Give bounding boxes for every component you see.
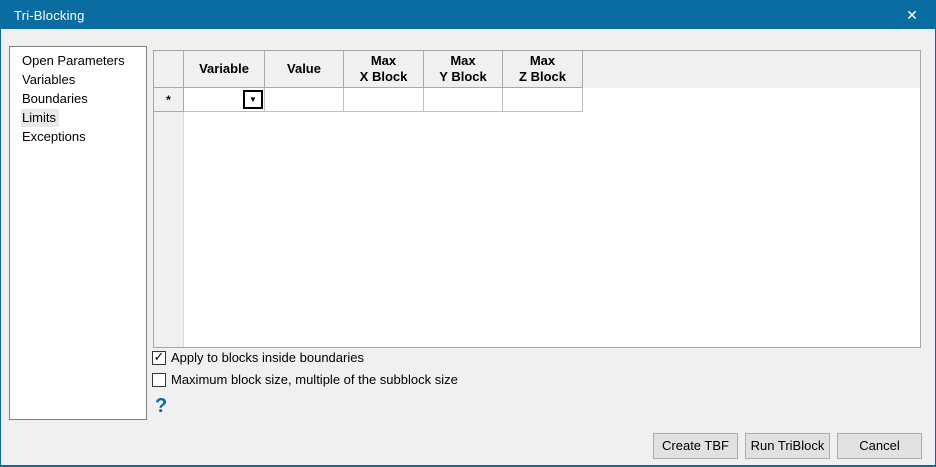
grid-new-row-marker: * [154,88,184,112]
dialog-body: Open Parameters Variables Boundaries Lim… [1,29,935,465]
grid-header-max-z-line1: Max [529,53,556,68]
grid-cell-variable[interactable]: ▼ [184,88,265,112]
close-button[interactable]: ✕ [889,1,935,29]
grid-header-max-x-line1: Max [370,53,397,68]
apply-boundaries-option: ✓ Apply to blocks inside boundaries [152,350,364,365]
sidebar-item-limits[interactable]: Limits [10,108,146,127]
sidebar-item-label: Limits [21,109,59,127]
apply-boundaries-checkbox[interactable]: ✓ [152,349,166,365]
apply-boundaries-label: Apply to blocks inside boundaries [171,350,364,365]
limits-table: Variable Value Max X Block Max Y Block M… [153,50,921,348]
sidebar-item-label: Open Parameters [22,53,125,68]
sidebar-item-variables[interactable]: Variables [10,70,146,89]
grid-cell-max-z-block[interactable] [503,88,583,112]
create-tbf-button[interactable]: Create TBF [653,433,738,459]
titlebar[interactable]: Tri-Blocking ✕ [1,1,935,29]
grid-header-max-x-block[interactable]: Max X Block [344,51,424,88]
grid-header-value-line1: Value [287,61,321,76]
max-block-multiple-checkbox[interactable] [152,372,166,387]
grid-header-max-y-line1: Max [450,53,476,68]
grid-cell-value[interactable] [265,88,344,112]
grid-header-variable-line1: Variable [199,61,249,76]
grid-header-max-y-line2: Y Block [439,69,487,84]
sidebar-item-label: Exceptions [22,129,86,144]
window-title: Tri-Blocking [14,7,85,23]
tri-blocking-dialog: Tri-Blocking ✕ Open Parameters Variables… [0,0,936,467]
grid-header-max-x-line2: X Block [359,69,408,84]
question-mark-icon: ? [155,395,168,417]
cancel-button[interactable]: Cancel [837,433,922,459]
grid-header-max-y-block[interactable]: Max Y Block [424,51,503,88]
grid-header-max-z-line2: Z Block [519,69,566,84]
check-icon: ✓ [153,349,165,364]
grid-cell-max-y-block[interactable] [424,88,503,112]
grid-header-max-z-block[interactable]: Max Z Block [503,51,583,88]
sidebar-item-exceptions[interactable]: Exceptions [10,127,146,146]
sidebar-item-label: Variables [22,72,76,87]
chevron-down-icon: ▼ [249,94,257,104]
grid-header-variable[interactable]: Variable [184,51,265,88]
help-button[interactable]: ? [155,395,167,418]
new-row-asterisk: * [166,92,171,107]
pages-list: Open Parameters Variables Boundaries Lim… [9,46,147,420]
sidebar-item-label: Boundaries [22,91,88,106]
grid-corner-cell [154,51,184,88]
sidebar-item-open-parameters[interactable]: Open Parameters [10,51,146,70]
sidebar-item-boundaries[interactable]: Boundaries [10,89,146,108]
grid-cell-max-x-block[interactable] [344,88,424,112]
max-block-multiple-label: Maximum block size, multiple of the subb… [171,372,458,387]
close-icon: ✕ [906,6,918,23]
max-block-multiple-option: Maximum block size, multiple of the subb… [152,372,458,387]
variable-dropdown-button[interactable]: ▼ [243,90,263,109]
grid-header-value[interactable]: Value [265,51,344,88]
run-triblock-button[interactable]: Run TriBlock [745,433,830,459]
